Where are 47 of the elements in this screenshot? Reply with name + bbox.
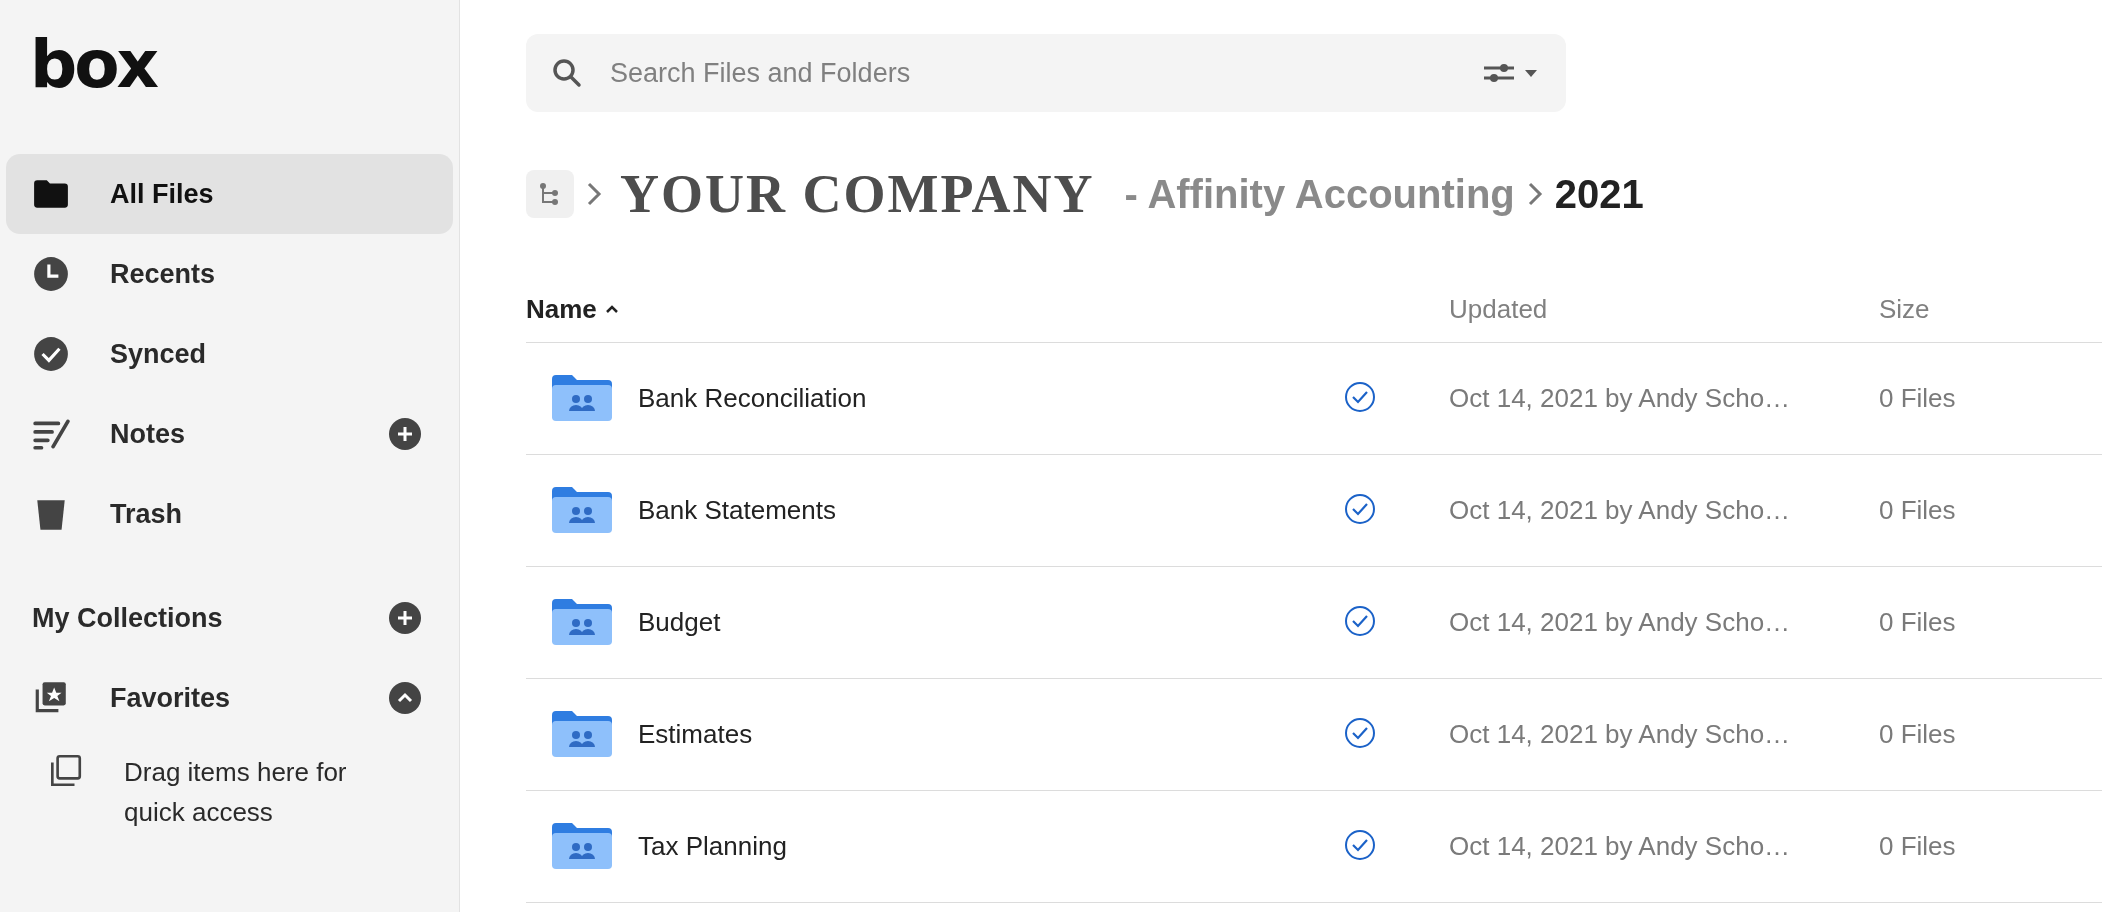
folder-name[interactable]: Budget bbox=[638, 607, 721, 637]
updated-cell: Oct 14, 2021 by Andy Scho… bbox=[1449, 383, 1791, 413]
sidebar-item[interactable]: Trash bbox=[6, 474, 453, 554]
search-input[interactable]: Search Files and Folders bbox=[608, 56, 1482, 90]
add-button[interactable] bbox=[389, 602, 421, 634]
shared-folder-icon bbox=[552, 708, 612, 757]
logo: box bbox=[30, 32, 157, 105]
sidebar-item[interactable]: Favorites bbox=[6, 658, 453, 738]
updated-cell: Oct 14, 2021 by Andy Scho… bbox=[1449, 495, 1791, 525]
column-header[interactable]: Size bbox=[1879, 293, 1930, 325]
size-cell: 0 Files bbox=[1879, 719, 1956, 749]
size-cell: 0 Files bbox=[1879, 831, 1956, 861]
folder-tree-button[interactable] bbox=[526, 170, 574, 218]
shared-folder-icon bbox=[552, 372, 612, 421]
plus-icon bbox=[395, 608, 415, 628]
updated-cell: Oct 14, 2021 by Andy Scho… bbox=[1449, 607, 1791, 637]
folder-name[interactable]: Bank Statements bbox=[638, 495, 836, 525]
shared-folder-icon bbox=[552, 820, 612, 869]
column-header[interactable]: Updated bbox=[1449, 293, 1548, 325]
collapse-button[interactable] bbox=[389, 682, 421, 714]
chevron-icon bbox=[586, 181, 602, 207]
folder-name[interactable]: Bank Reconciliation bbox=[638, 383, 867, 413]
check-circle-icon bbox=[32, 335, 70, 373]
chevron-icon bbox=[1526, 181, 1543, 207]
sidebar-item[interactable]: Recents bbox=[6, 234, 453, 314]
shared-folder-icon bbox=[552, 596, 612, 645]
size-cell: 0 Files bbox=[1879, 495, 1956, 525]
shared-folder-icon bbox=[552, 484, 612, 533]
updated-cell: Oct 14, 2021 by Andy Scho… bbox=[1449, 719, 1791, 749]
folder-name[interactable]: Estimates bbox=[638, 719, 753, 749]
sidebar-item[interactable]: Synced bbox=[6, 314, 453, 394]
folder-name[interactable]: Tax Planning bbox=[638, 831, 787, 861]
clock-icon bbox=[32, 255, 70, 293]
updated-cell: Oct 14, 2021 by Andy Scho… bbox=[1449, 831, 1791, 861]
sidebar-item[interactable]: Notes bbox=[6, 394, 453, 474]
breadcrumb-link[interactable]: YOUR COMPANY bbox=[620, 163, 1095, 225]
size-cell: 0 Files bbox=[1879, 607, 1956, 637]
sidebar-item[interactable]: All Files bbox=[6, 154, 453, 234]
section-title: My Collections bbox=[32, 602, 224, 634]
current-folder: 2021 bbox=[1554, 171, 1644, 217]
search-icon bbox=[552, 58, 582, 88]
empty-hint: Drag items here for quick access bbox=[124, 756, 348, 829]
search-field[interactable]: Search Files and Folders bbox=[526, 34, 1566, 112]
size-cell: 0 Files bbox=[1879, 383, 1956, 413]
plus-icon bbox=[395, 424, 415, 444]
column-header[interactable]: Name bbox=[526, 293, 619, 325]
add-button[interactable] bbox=[389, 418, 421, 450]
